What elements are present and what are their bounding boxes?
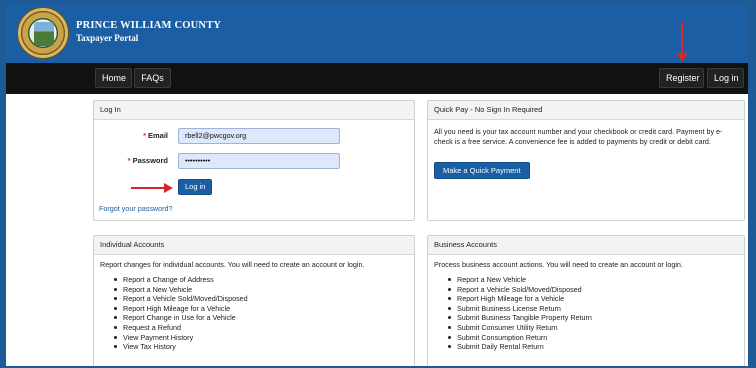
business-accounts-intro: Process business account actions. You wi…	[434, 260, 683, 269]
business-accounts-panel: Business Accounts Process business accou…	[427, 235, 745, 366]
list-item[interactable]: View Tax History	[114, 342, 408, 352]
nav-login[interactable]: Log in	[707, 68, 744, 88]
list-item[interactable]: Request a Refund	[114, 323, 408, 333]
list-item[interactable]: Report Change in Use for a Vehicle	[114, 313, 408, 323]
login-button[interactable]: Log in	[178, 179, 213, 195]
forgot-password-link[interactable]: Forgot your password?	[99, 204, 173, 213]
individual-accounts-body: Report changes for individual accounts. …	[94, 255, 414, 352]
quick-pay-text: All you need is your tax account number …	[434, 127, 723, 146]
email-label: * Email	[143, 131, 168, 140]
individual-accounts-panel: Individual Accounts Report changes for i…	[93, 235, 415, 366]
nav-faqs[interactable]: FAQs	[134, 68, 171, 88]
individual-accounts-intro: Report changes for individual accounts. …	[100, 260, 365, 269]
list-item[interactable]: Submit Business License Return	[448, 304, 738, 314]
list-item[interactable]: Submit Consumption Return	[448, 333, 738, 343]
top-nav: Home FAQs Register Log in	[6, 63, 748, 94]
list-item[interactable]: View Payment History	[114, 333, 408, 343]
quick-pay-panel: Quick Pay - No Sign In Required All you …	[427, 100, 745, 221]
annotation-arrow-right-icon	[164, 183, 173, 193]
list-item[interactable]: Report High Mileage for a Vehicle	[448, 294, 738, 304]
list-item[interactable]: Report a Vehicle Sold/Moved/Disposed	[448, 285, 738, 295]
business-accounts-title: Business Accounts	[428, 236, 744, 255]
county-seal-logo[interactable]	[17, 7, 69, 59]
site-title: PRINCE WILLIAM COUNTY	[76, 20, 222, 31]
site-header: PRINCE WILLIAM COUNTY Taxpayer Portal	[6, 4, 748, 63]
list-item[interactable]: Submit Consumer Utility Return	[448, 323, 738, 333]
list-item[interactable]: Report a New Vehicle	[448, 275, 738, 285]
individual-accounts-title: Individual Accounts	[94, 236, 414, 255]
business-accounts-body: Process business account actions. You wi…	[428, 255, 744, 352]
list-item[interactable]: Report a Change of Address	[114, 275, 408, 285]
business-actions-list: Report a New Vehicle Report a Vehicle So…	[434, 275, 738, 352]
login-panel-title: Log In	[94, 101, 414, 120]
email-field[interactable]: rbell2@pwcgov.org	[178, 128, 340, 144]
quick-pay-title: Quick Pay - No Sign In Required	[428, 101, 744, 120]
nav-home[interactable]: Home	[95, 68, 132, 88]
seal-emblem	[34, 22, 54, 46]
annotation-arrow-down-icon	[676, 53, 688, 62]
password-label: * Password	[127, 156, 168, 165]
annotation-arrow-shaft-2	[131, 187, 167, 189]
password-field[interactable]: ••••••••••	[178, 153, 340, 169]
annotation-arrow-shaft	[681, 22, 683, 55]
list-item[interactable]: Report a Vehicle Sold/Moved/Disposed	[114, 294, 408, 304]
list-item[interactable]: Submit Daily Rental Return	[448, 342, 738, 352]
list-item[interactable]: Report a New Vehicle	[114, 285, 408, 295]
quick-payment-button[interactable]: Make a Quick Payment	[434, 162, 530, 179]
browser-frame: PRINCE WILLIAM COUNTY Taxpayer Portal Ho…	[6, 4, 748, 366]
list-item[interactable]: Report High Mileage for a Vehicle	[114, 304, 408, 314]
nav-register[interactable]: Register	[659, 68, 704, 88]
individual-actions-list: Report a Change of Address Report a New …	[100, 275, 408, 352]
site-subtitle: Taxpayer Portal	[76, 33, 139, 43]
list-item[interactable]: Submit Business Tangible Property Return	[448, 313, 738, 323]
